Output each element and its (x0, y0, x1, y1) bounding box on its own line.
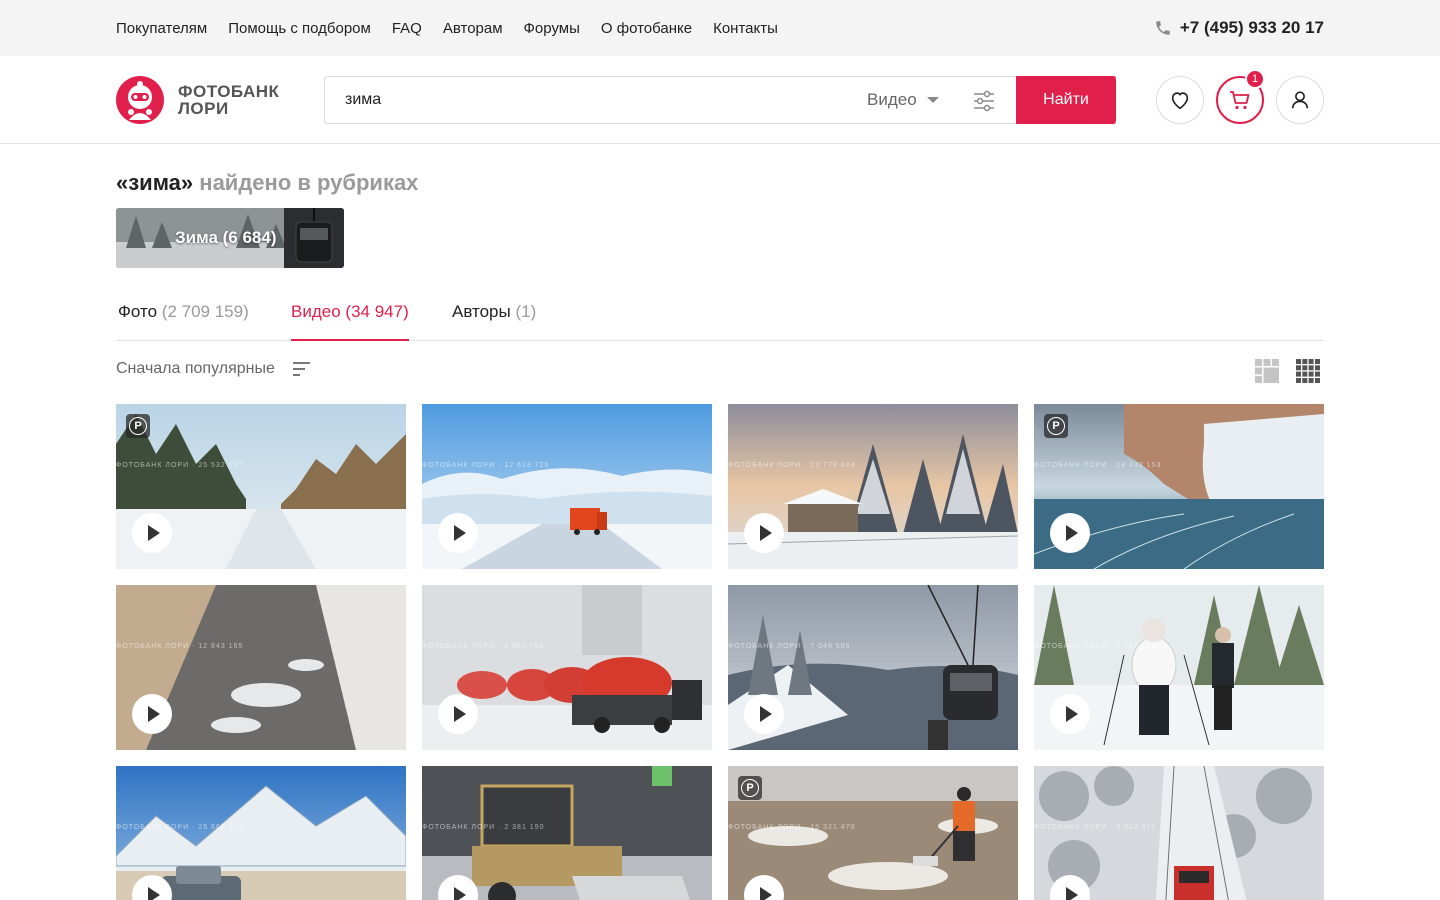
watermark: ФОТОБАНК ЛОРИ · 25 532 657 (116, 462, 244, 469)
tab-video[interactable]: Видео (34 947) (291, 302, 409, 341)
tab-authors-label: Авторы (452, 302, 511, 321)
r-mark-icon: P (1044, 414, 1068, 438)
watermark: ФОТОБАНК ЛОРИ · 25 665 403 (116, 824, 244, 831)
sort-label: Сначала популярные (116, 360, 275, 377)
video-thumbnail-6[interactable]: ФОТОБАНК ЛОРИ · 2 881 759 (422, 585, 712, 750)
play-icon[interactable] (744, 513, 784, 553)
video-thumbnail-8[interactable]: ФОТОБАНК ЛОРИ · 5 547 844 (1034, 585, 1324, 750)
logo-line-2: ЛОРИ (178, 99, 229, 118)
phone-icon (1156, 21, 1170, 35)
play-icon[interactable] (438, 513, 478, 553)
tab-authors[interactable]: Авторы (1) (452, 302, 536, 339)
nav-contacts[interactable]: Контакты (713, 20, 778, 37)
watermark: ФОТОБАНК ЛОРИ · 2 881 759 (422, 643, 545, 650)
video-thumbnail-11[interactable]: ФОТОБАНК ЛОРИ · 15 321 470 P (728, 766, 1018, 900)
filters-icon[interactable] (973, 90, 995, 112)
nav-faq[interactable]: FAQ (392, 20, 422, 37)
video-thumbnail-3[interactable]: ФОТОБАНК ЛОРИ · 23 778 404 (728, 404, 1018, 569)
video-thumbnail-4[interactable]: ФОТОБАНК ЛОРИ · 28 432 153 P (1034, 404, 1324, 569)
video-thumbnail-10[interactable]: ФОТОБАНК ЛОРИ · 2 381 190 (422, 766, 712, 900)
sort-icon (292, 362, 310, 376)
media-type-value: Видео (867, 90, 917, 109)
cart-icon (1230, 91, 1250, 110)
watermark: ФОТОБАНК ЛОРИ · 15 321 470 (728, 824, 856, 831)
phone-number: +7 (495) 933 20 17 (1179, 18, 1324, 37)
media-type-select[interactable]: Видео (867, 77, 939, 123)
large-grid-icon[interactable] (1255, 359, 1279, 383)
tab-photo-count: (2 709 159) (161, 302, 249, 321)
watermark: ФОТОБАНК ЛОРИ · 23 778 404 (728, 462, 856, 469)
video-thumbnail-1[interactable]: ФОТОБАНК ЛОРИ · 25 532 657 P (116, 404, 406, 569)
user-icon (1291, 91, 1309, 109)
tab-video-count: (34 947) (345, 302, 409, 321)
chevron-down-icon (926, 97, 939, 103)
tab-video-label: Видео (291, 302, 341, 321)
watermark: ФОТОБАНК ЛОРИ · 4 682 311 (1034, 824, 1156, 831)
play-icon[interactable] (744, 694, 784, 734)
logo[interactable]: ФОТОБАНК ЛОРИ (116, 76, 279, 124)
tab-photo-label: Фото (118, 302, 158, 321)
find-button[interactable]: Найти (1016, 76, 1116, 124)
tab-photo[interactable]: Фото (2 709 159) (118, 302, 249, 339)
rubric-label: Зима (6 684) (175, 228, 277, 247)
top-bar: Покупателям Помощь с подбором FAQ Автора… (0, 0, 1440, 56)
watermark: ФОТОБАНК ЛОРИ · 28 432 153 (1034, 462, 1162, 469)
results-found-in: найдено в рубриках (199, 170, 419, 195)
logo-text: ФОТОБАНК ЛОРИ (178, 83, 279, 117)
watermark: ФОТОБАНК ЛОРИ · 7 048 589 (728, 643, 851, 650)
rubric-card[interactable]: Зима (6 684) (116, 208, 344, 268)
nav-buyers[interactable]: Покупателям (116, 20, 207, 37)
video-thumbnail-7[interactable]: ФОТОБАНК ЛОРИ · 7 048 589 (728, 585, 1018, 750)
r-mark-icon: P (126, 414, 150, 438)
tab-authors-count: (1) (515, 302, 537, 321)
cart-count-badge: 1 (1245, 69, 1265, 89)
watermark: ФОТОБАНК ЛОРИ · 5 547 844 (1034, 643, 1157, 650)
top-nav: Покупателям Помощь с подбором FAQ Автора… (116, 0, 778, 56)
watermark: ФОТОБАНК ЛОРИ · 12 623 726 (422, 462, 550, 469)
play-icon[interactable] (438, 694, 478, 734)
nav-about[interactable]: О фотобанке (601, 20, 692, 37)
results-heading: «зима» найдено в рубриках (116, 170, 418, 196)
video-thumbnail-9[interactable]: ФОТОБАНК ЛОРИ · 25 665 403 (116, 766, 406, 900)
play-icon[interactable] (1050, 513, 1090, 553)
results-query: «зима» (116, 170, 194, 195)
phone-link[interactable]: +7 (495) 933 20 17 (1154, 0, 1324, 56)
logo-line-1: ФОТОБАНК (178, 82, 280, 101)
heart-icon (1171, 92, 1189, 110)
play-icon[interactable] (132, 513, 172, 553)
nav-authors[interactable]: Авторам (443, 20, 503, 37)
result-tabs: Фото (2 709 159) Видео (34 947) Авторы (… (116, 290, 1324, 341)
cart-button[interactable]: 1 (1216, 69, 1265, 124)
search-input[interactable] (325, 77, 885, 123)
play-icon[interactable] (132, 694, 172, 734)
small-grid-icon[interactable] (1296, 359, 1320, 383)
sort-control[interactable]: Сначала популярные (116, 360, 311, 378)
r-mark-icon: P (738, 776, 762, 800)
nav-forums[interactable]: Форумы (524, 20, 580, 37)
search-box: Видео (324, 76, 1116, 124)
play-icon[interactable] (1050, 694, 1090, 734)
video-thumbnail-12[interactable]: ФОТОБАНК ЛОРИ · 4 682 311 (1034, 766, 1324, 900)
watermark: ФОТОБАНК ЛОРИ · 2 381 190 (422, 824, 545, 831)
watermark: ФОТОБАНК ЛОРИ · 12 843 165 (116, 643, 244, 650)
video-thumbnail-2[interactable]: ФОТОБАНК ЛОРИ · 12 623 726 (422, 404, 712, 569)
lori-logo-icon (116, 76, 164, 124)
video-thumbnail-5[interactable]: ФОТОБАНК ЛОРИ · 12 843 165 (116, 585, 406, 750)
nav-help[interactable]: Помощь с подбором (228, 20, 371, 37)
favorites-button[interactable] (1156, 76, 1204, 124)
profile-button[interactable] (1276, 76, 1324, 124)
